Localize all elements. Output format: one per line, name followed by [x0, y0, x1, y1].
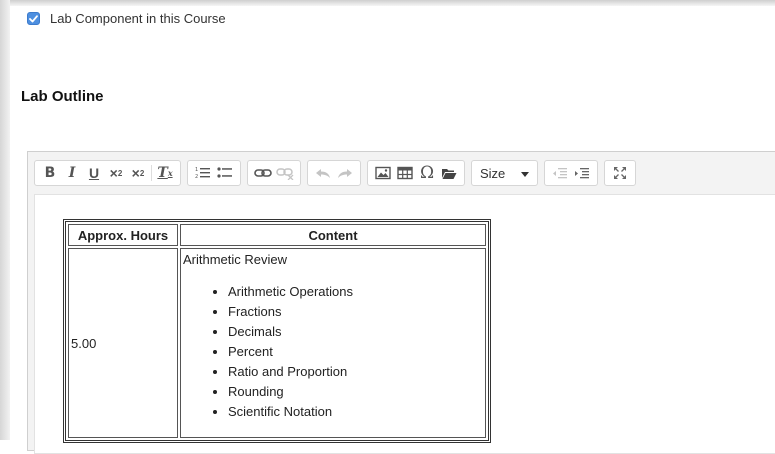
- underline-icon[interactable]: U: [83, 162, 105, 184]
- link-group: [247, 160, 301, 186]
- redo-icon[interactable]: [334, 162, 356, 184]
- list-item: Fractions: [228, 302, 483, 322]
- window-left-edge: [0, 0, 10, 440]
- remove-format-icon[interactable]: Tx: [154, 162, 176, 184]
- list-item: Percent: [228, 342, 483, 362]
- size-dropdown[interactable]: Size: [471, 160, 539, 186]
- maximize-icon[interactable]: [609, 162, 631, 184]
- special-character-icon[interactable]: Ω: [416, 162, 438, 184]
- table-header-row: Approx. Hours Content: [68, 224, 486, 246]
- table-icon[interactable]: [394, 162, 416, 184]
- lab-component-label: Lab Component in this Course: [50, 11, 226, 26]
- basic-styles-group: B I U × 2 × 2 Tx: [34, 160, 181, 186]
- decrease-indent-icon[interactable]: [549, 162, 571, 184]
- caret-down-icon: [521, 164, 530, 182]
- unlink-icon[interactable]: [274, 162, 296, 184]
- svg-text:2: 2: [195, 174, 198, 180]
- browse-files-icon[interactable]: [438, 162, 460, 184]
- hours-cell[interactable]: 5.00: [68, 248, 178, 438]
- editor-content-area[interactable]: Approx. Hours Content 5.00 Arithmetic Re…: [34, 194, 775, 454]
- subscript-icon[interactable]: × 2: [105, 162, 127, 184]
- link-icon[interactable]: [252, 162, 274, 184]
- lab-component-checkbox[interactable]: [27, 12, 40, 25]
- window-top-edge: [0, 0, 775, 6]
- bold-icon[interactable]: B: [39, 162, 61, 184]
- topic-title: Arithmetic Review: [183, 252, 288, 267]
- lab-outline-table: Approx. Hours Content 5.00 Arithmetic Re…: [63, 219, 491, 443]
- size-dropdown-label: Size: [480, 165, 506, 181]
- checkmark-icon: [29, 14, 38, 22]
- topic-list: Arithmetic Operations Fractions Decimals…: [183, 282, 483, 422]
- numbered-list-icon[interactable]: 1 2: [192, 162, 214, 184]
- editor-toolbar: B I U × 2 × 2 Tx 1 2 Ω Size: [28, 152, 775, 194]
- list-item: Ratio and Proportion: [228, 362, 483, 382]
- superscript-icon[interactable]: × 2: [127, 162, 149, 184]
- insert-group: Ω: [367, 160, 465, 186]
- undo-icon[interactable]: [312, 162, 334, 184]
- rich-text-editor: B I U × 2 × 2 Tx 1 2 Ω Size Approx. Hour…: [27, 151, 775, 454]
- italic-icon[interactable]: I: [61, 162, 83, 184]
- list-item: Scientific Notation: [228, 402, 483, 422]
- table-row: 5.00 Arithmetic Review Arithmetic Operat…: [68, 248, 486, 438]
- content-cell[interactable]: Arithmetic Review Arithmetic Operations …: [180, 248, 486, 438]
- lab-component-row[interactable]: Lab Component in this Course: [27, 11, 226, 26]
- bulleted-list-icon[interactable]: [214, 162, 236, 184]
- svg-text:1: 1: [195, 167, 198, 173]
- maximize-group: [604, 160, 637, 186]
- history-group: [307, 160, 361, 186]
- toolbar-separator: [151, 165, 152, 181]
- image-icon[interactable]: [372, 162, 394, 184]
- lab-outline-title: Lab Outline: [21, 88, 104, 105]
- hours-column-header: Approx. Hours: [68, 224, 178, 246]
- list-item: Rounding: [228, 382, 483, 402]
- increase-indent-icon[interactable]: [571, 162, 593, 184]
- indent-group: [544, 160, 599, 186]
- list-item: Decimals: [228, 322, 483, 342]
- list-group: 1 2: [187, 160, 241, 186]
- list-item: Arithmetic Operations: [228, 282, 483, 302]
- content-column-header: Content: [180, 224, 486, 246]
